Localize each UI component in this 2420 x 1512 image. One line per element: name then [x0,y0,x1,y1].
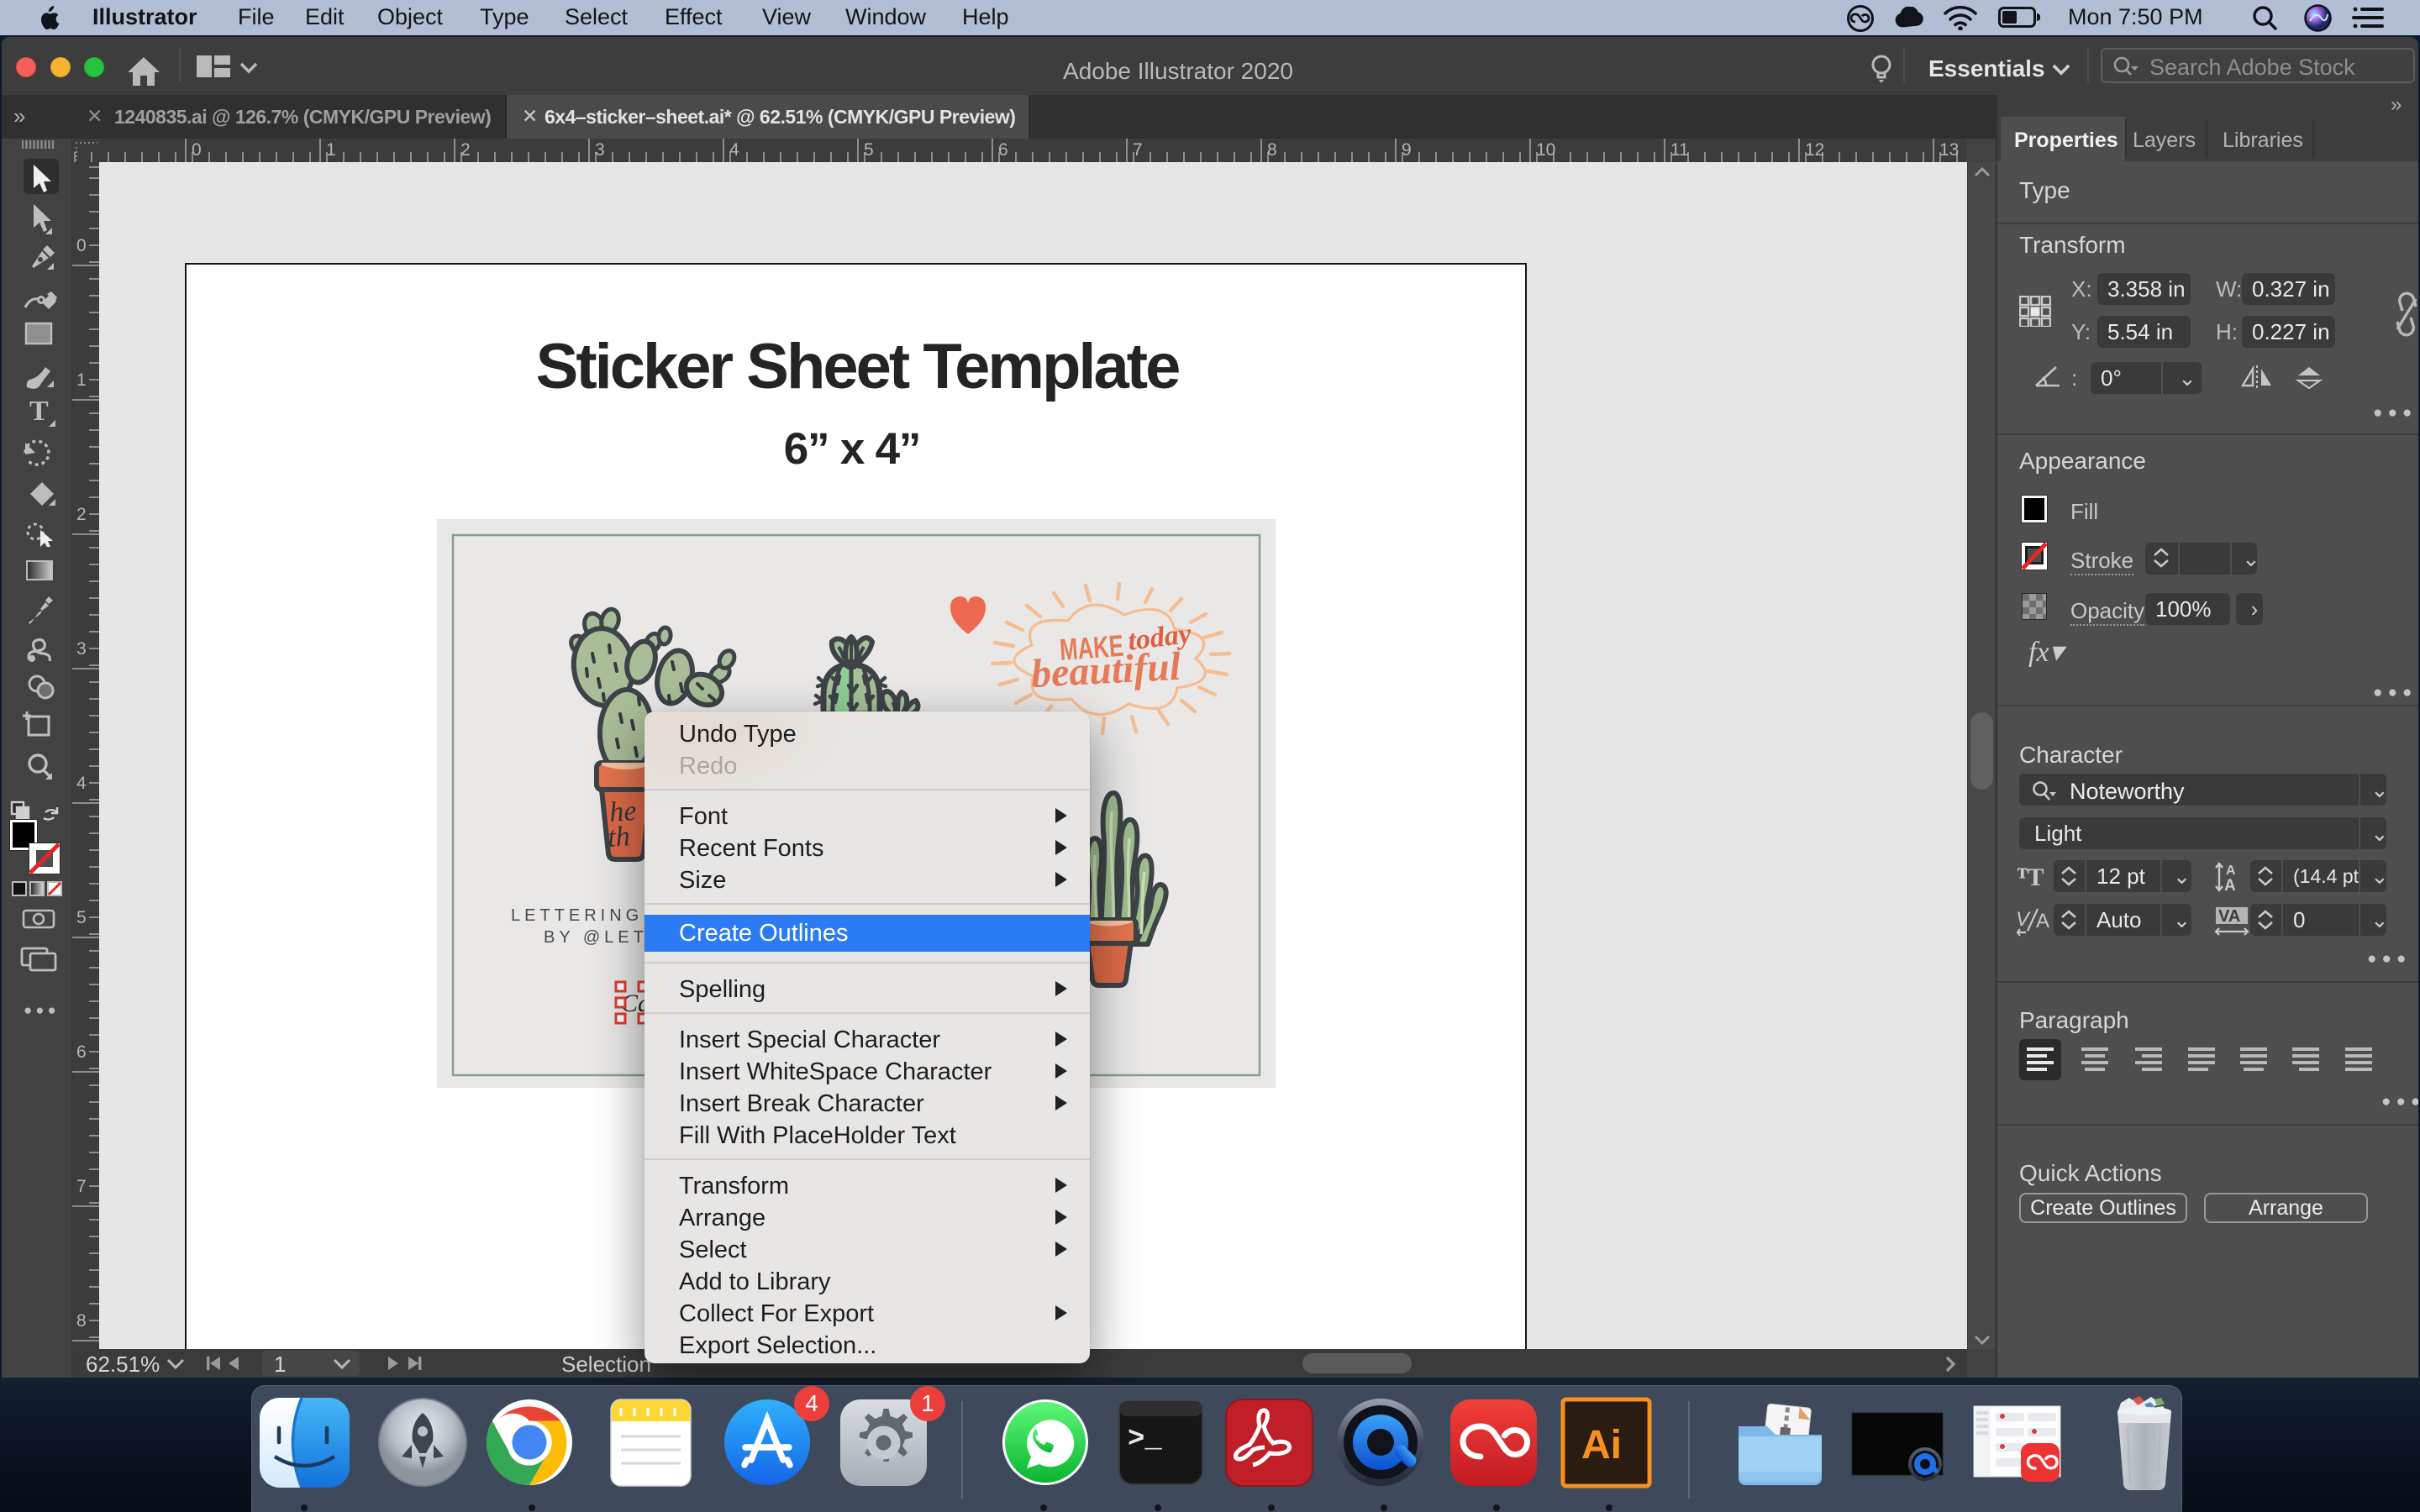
svg-text:Ai: Ai [1581,1423,1622,1467]
svg-text:A: A [2226,864,2236,878]
svg-text:VA: VA [2218,907,2240,926]
svg-text:beautiful: beautiful [1030,644,1182,696]
svg-text:T: T [29,396,49,427]
svg-text:>_: >_ [1128,1424,1162,1456]
svg-text:A: A [2036,910,2049,932]
svg-text:th: th [607,821,631,853]
svg-text:A: A [2224,877,2236,892]
